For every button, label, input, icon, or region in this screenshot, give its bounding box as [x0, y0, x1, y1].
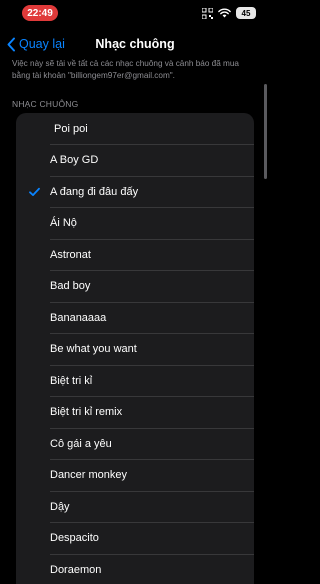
- ringtone-label: Cô gái a yêu: [50, 437, 112, 450]
- ringtone-label: Despacito: [50, 532, 99, 545]
- ringtone-item[interactable]: Biệt tri kỉ remix: [16, 397, 254, 429]
- section-header: NHẠC CHUÔNG: [12, 99, 79, 109]
- page-title: Nhạc chuông: [95, 37, 175, 51]
- ringtone-item[interactable]: Dancer monkey: [16, 460, 254, 492]
- ringtone-item[interactable]: Cô gái a yêu: [16, 428, 254, 460]
- ringtone-item[interactable]: Be what you want: [16, 334, 254, 366]
- ringtone-label: Biệt tri kỉ: [50, 374, 93, 387]
- checkmark-icon: [29, 187, 40, 196]
- ringtone-list: Poi poi A Boy GD A đang đi đâu đấy Ái Nộ…: [16, 113, 254, 584]
- ringtone-item[interactable]: Bad boy: [16, 271, 254, 303]
- ringtone-item[interactable]: Despacito: [16, 523, 254, 555]
- status-bar: 22:49 45: [0, 0, 270, 26]
- ringtone-item[interactable]: Bananaaaa: [16, 302, 254, 334]
- ringtone-item[interactable]: Doraemon: [16, 554, 254, 584]
- qr-code-icon: [202, 7, 213, 19]
- ringtone-item[interactable]: Ái Nộ: [16, 208, 254, 240]
- ringtone-label: Bananaaaa: [50, 311, 107, 324]
- ringtone-item-selected[interactable]: A đang đi đâu đấy: [16, 176, 254, 208]
- ringtone-label: Biệt tri kỉ remix: [50, 406, 123, 419]
- ringtone-label: Bad boy: [50, 280, 91, 293]
- ringtone-label: Ái Nộ: [50, 217, 77, 230]
- screen: 22:49 45 Quay lại Nhạc chuông Việc này s…: [0, 0, 270, 584]
- status-icons: 45: [202, 6, 256, 20]
- ringtone-label: Dậy: [50, 500, 70, 513]
- status-time[interactable]: 22:49: [22, 5, 58, 21]
- description-text: Việc này sẽ tải về tất cả các nhạc chuôn…: [12, 59, 239, 80]
- ringtone-label: Be what you want: [50, 343, 137, 356]
- navigation-bar: Quay lại Nhạc chuông: [0, 28, 270, 60]
- ringtone-item[interactable]: Dậy: [16, 491, 254, 523]
- ringtone-label: Dancer monkey: [50, 469, 128, 482]
- ringtone-label: Astronat: [50, 248, 91, 261]
- ringtone-item[interactable]: Astronat: [16, 239, 254, 271]
- ringtone-label: A Boy GD: [50, 154, 99, 167]
- ringtone-label: Doraemon: [50, 563, 102, 576]
- ringtone-label: Poi poi: [54, 122, 88, 135]
- wifi-icon: [218, 8, 231, 18]
- ringtone-item[interactable]: Biệt tri kỉ: [16, 365, 254, 397]
- ringtone-label: A đang đi đâu đấy: [50, 185, 139, 198]
- ringtone-item[interactable]: Poi poi: [16, 113, 254, 145]
- battery-indicator: 45: [236, 7, 256, 19]
- ringtone-item[interactable]: A Boy GD: [16, 145, 254, 177]
- scroll-indicator[interactable]: [264, 84, 267, 179]
